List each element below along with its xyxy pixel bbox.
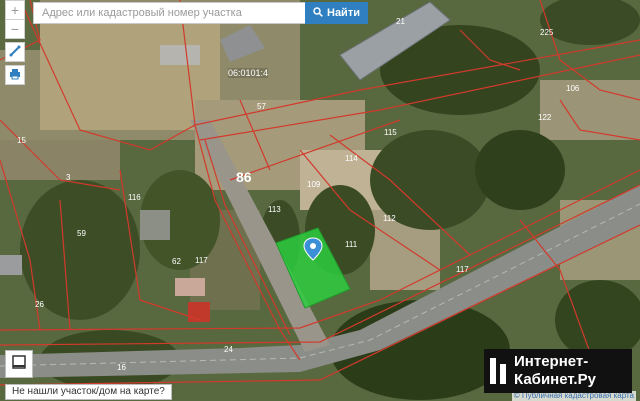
parcel-number: 112 [383,214,396,223]
cadastral-label: 06:0101:4 [228,68,269,78]
parcel-number: 114 [345,154,358,163]
measure-button[interactable] [5,42,25,62]
zoom-out-button[interactable]: − [5,19,25,39]
parcel-number: 3 [66,173,71,182]
ruler-icon [9,44,21,60]
satellite-map[interactable] [0,0,640,401]
parcel-number: 16 [117,363,126,372]
square-icon [12,354,26,374]
parcel-number: 15 [17,136,26,145]
not-found-link[interactable]: Не нашли участок/дом на карте? [5,384,172,400]
search-button[interactable]: Найти [305,2,368,24]
print-button[interactable] [5,65,25,85]
parcel-number: 21 [396,17,405,26]
parcel-number: 117 [456,265,469,274]
search-icon [313,6,323,20]
parcel-number: 57 [257,102,266,111]
parcel-number: 116 [128,193,141,202]
printer-icon [9,67,21,83]
watermark-line-2: Кабинет.Ру [514,371,596,388]
parcel-number: 117 [195,256,208,265]
search-input[interactable] [33,2,305,24]
parcel-number: 62 [172,257,181,266]
parcel-number: 26 [35,300,44,309]
parcel-number: 122 [538,113,552,122]
parcel-number: 115 [384,128,397,137]
zoom-in-button[interactable]: + [5,0,25,20]
layers-button[interactable] [5,350,33,378]
parcel-number: 59 [77,229,86,238]
parcel-number: 111 [345,240,358,249]
watermark-line-1: Интернет- [514,353,589,370]
parcel-number: 109 [307,180,321,189]
parcel-number: 113 [268,205,281,214]
search-button-label: Найти [327,7,360,19]
watermark: Интернет- Кабинет.Ру [484,349,632,393]
parcel-number: 24 [224,345,233,354]
internet-cabinet-logo-icon [484,349,514,393]
search-bar: Найти [33,2,368,24]
quarter-label: 86 [236,169,252,185]
parcel-number: 106 [566,84,580,93]
parcel-number: 225 [540,28,554,37]
